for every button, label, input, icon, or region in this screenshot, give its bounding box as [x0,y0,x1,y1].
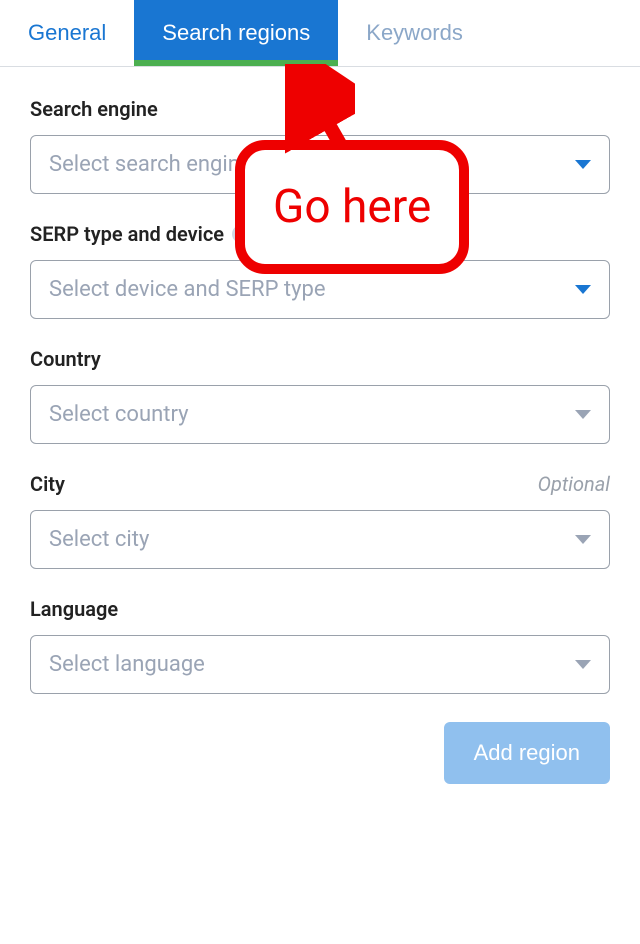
arrow-icon [285,64,355,154]
placeholder-language: Select language [49,652,205,677]
add-region-button[interactable]: Add region [444,722,610,784]
label-serp-type: SERP type and device i [30,222,250,246]
placeholder-search-engine: Select search engine [49,152,252,177]
tabs-bar: General Search regions Keywords [0,0,640,67]
select-country[interactable]: Select country [30,385,610,444]
button-row: Add region [30,722,610,784]
optional-label-city: Optional [538,472,610,496]
chevron-down-icon [575,285,591,294]
placeholder-country: Select country [49,402,189,427]
tab-search-regions[interactable]: Search regions [134,0,338,66]
tab-keywords[interactable]: Keywords [338,0,491,66]
annotation-callout: Go here [235,140,469,274]
placeholder-serp-type: Select device and SERP type [49,277,326,302]
label-search-engine: Search engine [30,97,158,121]
chevron-down-icon [575,535,591,544]
field-language: Language Select language [30,597,610,694]
placeholder-city: Select city [49,527,149,552]
field-country: Country Select country [30,347,610,444]
select-city[interactable]: Select city [30,510,610,569]
chevron-down-icon [575,410,591,419]
tab-general[interactable]: General [0,0,134,66]
label-city: City [30,472,65,496]
chevron-down-icon [575,160,591,169]
field-city: City Optional Select city [30,472,610,569]
callout-box: Go here [235,140,469,274]
select-language[interactable]: Select language [30,635,610,694]
chevron-down-icon [575,660,591,669]
label-country: Country [30,347,101,371]
label-language: Language [30,597,118,621]
